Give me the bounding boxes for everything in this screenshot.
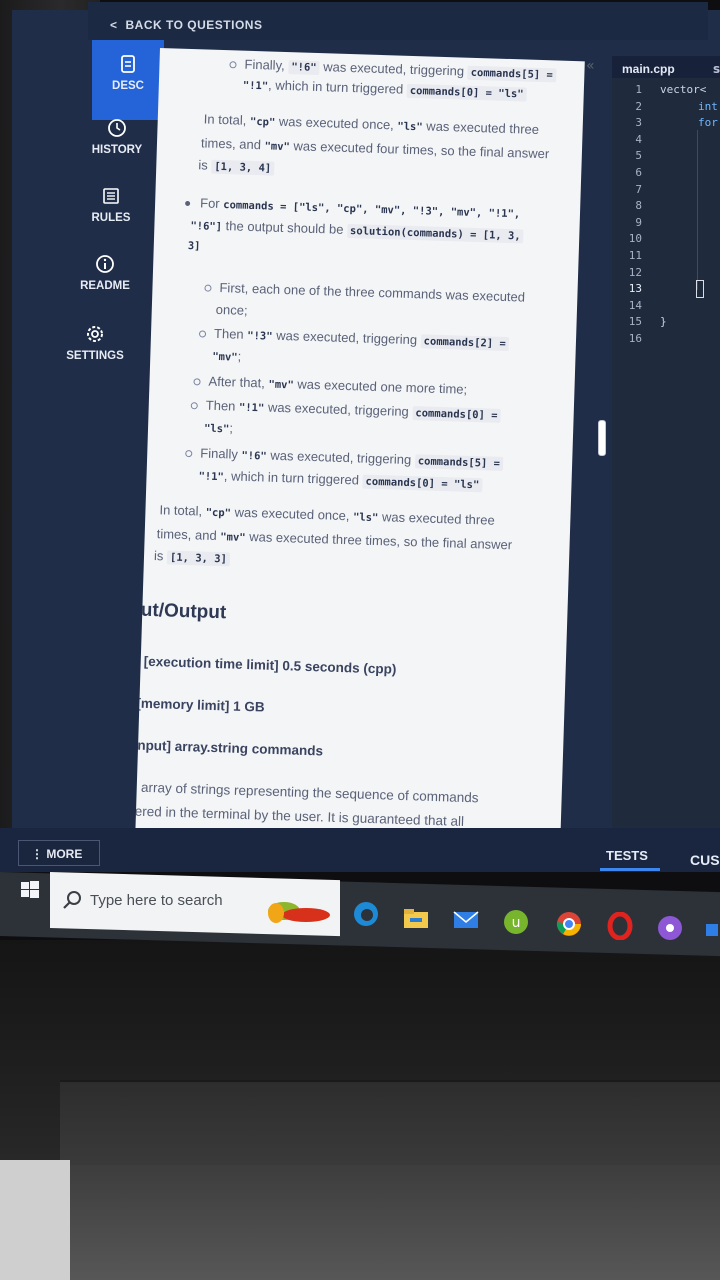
mail-icon[interactable] [452,906,480,934]
step-finally: Finally "!6" was executed, triggering co… [185,445,504,471]
bullet [204,284,212,292]
podcast-app-icon[interactable] [656,914,684,942]
code-line: int [698,99,718,113]
example2-for-line: For commands = ["ls", "cp", "mv", "!3", … [185,195,521,220]
line-number: 14 [628,298,642,312]
tab-custom[interactable]: CUS [690,852,720,868]
line-number: 6 [635,165,642,179]
bullet [185,450,193,458]
chrome-icon[interactable] [555,910,583,938]
step-then-3-line2: "mv"; [212,348,242,364]
io-memory-limit: [memory limit] 1 GB [135,695,265,715]
line-number: 8 [635,199,642,213]
tab-tests[interactable]: TESTS [606,848,648,863]
bullet [190,402,198,410]
edge-browser-icon[interactable] [352,900,380,928]
gear-icon [87,326,103,342]
peppers-icon [268,902,330,923]
tray-icon[interactable] [704,916,720,944]
line-number: 1 [635,83,642,96]
description-panel: Finally, "!6" was executed, triggering c… [135,48,585,851]
search-icon [63,891,81,909]
scrollbar-thumb[interactable] [598,420,606,456]
bullet [193,378,201,386]
svg-text:u: u [512,915,521,931]
sidebar-item-readme[interactable]: README [50,254,160,292]
document-icon [121,55,135,73]
tab-next[interactable]: s [713,62,720,76]
bullet [229,61,237,69]
sidebar-item-label: DESC [112,80,144,92]
paper-sheet [0,1160,70,1280]
example2-total-line2: times, and "mv" was executed three times… [156,526,513,553]
collapse-panel-icon[interactable]: « [586,58,595,74]
sidebar-item-history[interactable]: HISTORY [62,118,172,156]
line-number: 3 [635,116,642,130]
example1-total-line2: times, and "mv" was executed four times,… [200,135,550,162]
windows-start-icon[interactable] [20,880,40,900]
indent-guide [697,130,698,290]
io-time-limit: [execution time limit] 0.5 seconds (cpp) [135,653,396,677]
sidebar-item-label: README [80,280,130,292]
step-finally-line2: "!1", which in turn triggered commands[0… [198,467,483,493]
step-then-3: Then "!3" was executed, triggering comma… [198,325,510,352]
code-lines[interactable]: vector< int for } [660,82,718,331]
back-to-questions-link[interactable]: < BACK TO QUESTIONS [110,18,262,32]
line-number: 16 [628,331,642,345]
sidebar-item-settings[interactable]: SETTINGS [40,324,150,362]
chevron-left-icon: < [110,18,118,32]
code-line: for [698,116,718,130]
laptop-edge [0,1165,720,1280]
sidebar-item-rules[interactable]: RULES [56,186,166,224]
step-then-1: Then "!1" was executed, triggering comma… [190,397,501,423]
list-icon [103,188,119,204]
text-cursor [696,280,704,298]
code-line: vector< [660,83,707,96]
sidebar-item-desc[interactable]: DESC [92,40,164,120]
io-input: [input] array.string commands [135,737,323,758]
example1-answer-line: is [1, 3, 4] [198,157,275,176]
bullet [198,330,207,338]
step-then-1-line2: "ls"; [203,420,234,436]
clock-icon [108,119,126,137]
io-input-desc2: entered in the terminal by the user. It … [135,802,465,829]
search-placeholder: Type here to search [90,892,223,909]
line-number: 7 [635,182,642,196]
line-number: 10 [628,232,642,246]
example1-total-line: In total, "cp" was executed once, "ls" w… [203,111,540,137]
opera-icon[interactable] [606,912,634,940]
step-first: First, each one of the three commands wa… [204,280,525,305]
sidebar-item-label: RULES [91,212,131,224]
example2-total-line: In total, "cp" was executed once, "ls" w… [159,502,495,528]
io-heading: Input/Output [135,598,227,624]
line-number: 11 [628,248,642,262]
example2-for-line2: "!6"] the output should be solution(comm… [190,217,524,244]
bullet [185,200,191,207]
io-input-desc: An array of strings representing the seq… [135,779,479,806]
laptop-hinge [60,1080,720,1172]
file-explorer-icon[interactable] [402,904,430,932]
more-button[interactable]: ⋮ MORE [18,840,100,866]
utorrent-icon[interactable]: u [502,908,530,936]
line-number-gutter: 1 2 3 4 5 6 7 8 9 10 11 12 13 14 15 16 [620,82,642,348]
example2-answer-line: is [1, 3, 3] [154,548,231,567]
line-number-current: 13 [628,282,642,296]
info-icon [96,255,114,273]
line-number: 9 [635,215,642,229]
line-number: 2 [635,99,642,113]
line-number: 12 [628,265,642,279]
more-vert-icon: ⋮ [31,847,47,861]
code-line: } [660,315,667,329]
step-first-line2: once; [215,301,248,318]
sidebar-item-label: SETTINGS [66,350,124,362]
line-number: 4 [635,132,642,146]
example2-for-line3: 3] [187,239,201,253]
step-after-that: After that, "mv" was executed one more t… [193,373,467,397]
line-number: 5 [635,149,642,163]
active-tab-indicator [600,868,660,871]
line-number: 15 [628,315,642,329]
sidebar-item-label: HISTORY [91,144,143,156]
tab-main-cpp[interactable]: main.cpp [622,62,675,76]
